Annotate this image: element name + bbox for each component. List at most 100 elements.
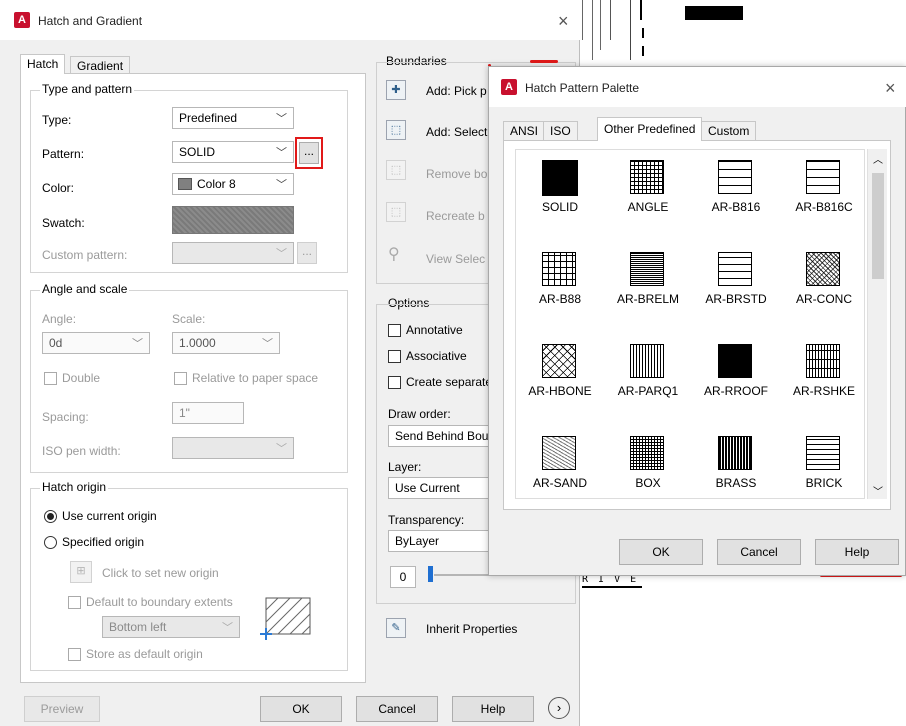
dialog-title: Hatch and Gradient — [38, 14, 143, 28]
remove-boundaries-icon[interactable]: ⬚ — [386, 160, 406, 180]
pattern-item[interactable]: AR-BRELM — [604, 242, 692, 332]
chevron-down-icon: ﹀ — [276, 443, 287, 455]
magnifier-icon[interactable]: ⚲ — [388, 244, 400, 264]
pattern-item[interactable]: AR-RROOF — [692, 334, 780, 424]
transparency-input[interactable]: 0 — [390, 566, 416, 588]
default-extents-checkbox[interactable] — [68, 596, 81, 609]
custom-pattern-label: Custom pattern: — [42, 248, 128, 262]
tab-ansi[interactable]: ANSI — [503, 121, 546, 141]
pattern-item[interactable]: SOLID — [516, 150, 604, 240]
cancel-button[interactable]: Cancel — [356, 696, 438, 722]
scale-select[interactable]: 1.0000 ﹀ — [172, 332, 280, 354]
angle-select[interactable]: 0d ﹀ — [42, 332, 150, 354]
pattern-item[interactable]: AR-BRSTD — [692, 242, 780, 332]
origin-position-select[interactable]: Bottom left ﹀ — [102, 616, 240, 638]
spacing-input[interactable]: 1" — [172, 402, 244, 424]
color-select[interactable]: Color 8 ﹀ — [172, 173, 294, 195]
tab-gradient[interactable]: Gradient — [70, 56, 131, 74]
pattern-browse-button[interactable]: ... — [299, 142, 319, 164]
chevron-up-icon[interactable]: ︿ — [873, 151, 883, 166]
pattern-thumb-ar-sand — [542, 436, 576, 470]
relative-checkbox[interactable] — [174, 372, 187, 385]
close-icon[interactable]: × — [558, 12, 569, 30]
pattern-label: AR-RROOF — [704, 384, 768, 398]
double-checkbox[interactable] — [44, 372, 57, 385]
ok-button[interactable]: OK — [260, 696, 342, 722]
chevron-down-icon[interactable]: ﹀ — [873, 483, 883, 498]
type-select[interactable]: Predefined ﹀ — [172, 107, 294, 129]
double-label: Double — [62, 371, 101, 385]
pattern-item[interactable]: AR-PARQ1 — [604, 334, 692, 424]
hatch-origin-label: Hatch origin — [40, 480, 109, 494]
pattern-item[interactable]: AR-B816C — [780, 150, 864, 240]
pattern-item[interactable]: AR-SAND — [516, 426, 604, 498]
pattern-item[interactable]: BRICK — [780, 426, 864, 498]
palette-ok-button[interactable]: OK — [619, 539, 703, 565]
add-select-objects-label[interactable]: Add: Select — [426, 125, 487, 139]
scrollbar-thumb[interactable] — [872, 173, 884, 279]
palette-cancel-button[interactable]: Cancel — [717, 539, 801, 565]
pattern-label: AR-CONC — [796, 292, 852, 306]
pattern-item[interactable]: BRASS — [692, 426, 780, 498]
help-button[interactable]: Help — [452, 696, 534, 722]
tab-custom[interactable]: Custom — [701, 121, 757, 141]
iso-select[interactable]: ﹀ — [172, 437, 294, 459]
set-origin-icon[interactable]: ⊞ — [70, 561, 92, 583]
pattern-thumb-ar-b816c — [806, 160, 840, 194]
transparency-slider-track[interactable] — [434, 574, 490, 576]
tab-hatch[interactable]: Hatch — [20, 54, 66, 74]
pattern-item[interactable]: AR-B816 — [692, 150, 780, 240]
pattern-item[interactable]: AR-B88 — [516, 242, 604, 332]
transparency-slider-thumb[interactable] — [428, 566, 433, 582]
more-options-icon[interactable]: › — [548, 697, 570, 719]
type-value: Predefined — [179, 111, 238, 125]
pattern-item[interactable]: AR-RSHKE — [780, 334, 864, 424]
palette-help-button[interactable]: Help — [815, 539, 899, 565]
add-pick-points-label[interactable]: Add: Pick p — [426, 84, 487, 98]
create-separate-checkbox[interactable] — [388, 376, 401, 389]
add-select-objects-icon[interactable]: ⬚ — [386, 120, 406, 140]
preview-button[interactable]: Preview — [24, 696, 100, 722]
associative-checkbox[interactable] — [388, 350, 401, 363]
recreate-boundary-icon[interactable]: ⬚ — [386, 202, 406, 222]
type-pattern-label: Type and pattern — [40, 82, 135, 96]
pattern-thumb-ar-parq1 — [630, 344, 664, 378]
palette-title: Hatch Pattern Palette — [525, 81, 640, 95]
tab-other-predefined[interactable]: Other Predefined — [597, 117, 703, 141]
pattern-scrollbar[interactable]: ︿ ﹀ — [867, 149, 887, 499]
spacing-label: Spacing: — [42, 410, 89, 424]
associative-label: Associative — [406, 349, 467, 363]
custom-pattern-select[interactable]: ﹀ — [172, 242, 294, 264]
use-current-origin-radio[interactable] — [44, 510, 57, 523]
pattern-thumb-ar-brelm — [630, 252, 664, 286]
spacing-value: 1" — [179, 406, 190, 420]
view-selections-label[interactable]: View Selec — [426, 252, 485, 266]
pattern-thumb-angle — [630, 160, 664, 194]
palette-title-bar: A Hatch Pattern Palette × — [489, 67, 906, 107]
pattern-item[interactable]: ANGLE — [604, 150, 692, 240]
chevron-down-icon: ﹀ — [276, 248, 287, 260]
remove-boundaries-label[interactable]: Remove bo — [426, 167, 487, 181]
pattern-select[interactable]: SOLID ﹀ — [172, 141, 294, 163]
close-icon[interactable]: × — [885, 79, 896, 97]
pattern-item[interactable]: AR-HBONE — [516, 334, 604, 424]
pattern-label: Pattern: — [42, 147, 85, 161]
tab-iso[interactable]: ISO — [543, 121, 578, 141]
pattern-item[interactable]: BOX — [604, 426, 692, 498]
pattern-label: AR-B88 — [538, 292, 582, 306]
pattern-label: ANGLE — [627, 200, 669, 214]
recreate-boundary-label[interactable]: Recreate b — [426, 209, 485, 223]
pattern-item[interactable]: AR-CONC — [780, 242, 864, 332]
specified-origin-radio[interactable] — [44, 536, 57, 549]
annotative-checkbox[interactable] — [388, 324, 401, 337]
store-default-checkbox[interactable] — [68, 648, 81, 661]
add-pick-points-icon[interactable]: ✚ — [386, 80, 406, 100]
pattern-thumb-ar-rroof — [718, 344, 752, 378]
relative-label: Relative to paper space — [192, 371, 319, 385]
autocad-icon: A — [14, 12, 30, 28]
inherit-properties-label[interactable]: Inherit Properties — [426, 622, 517, 636]
custom-browse-button[interactable]: ... — [297, 242, 317, 264]
swatch-preview[interactable] — [172, 206, 294, 234]
inherit-properties-icon[interactable]: ✎ — [386, 618, 406, 638]
store-default-label: Store as default origin — [86, 647, 203, 661]
